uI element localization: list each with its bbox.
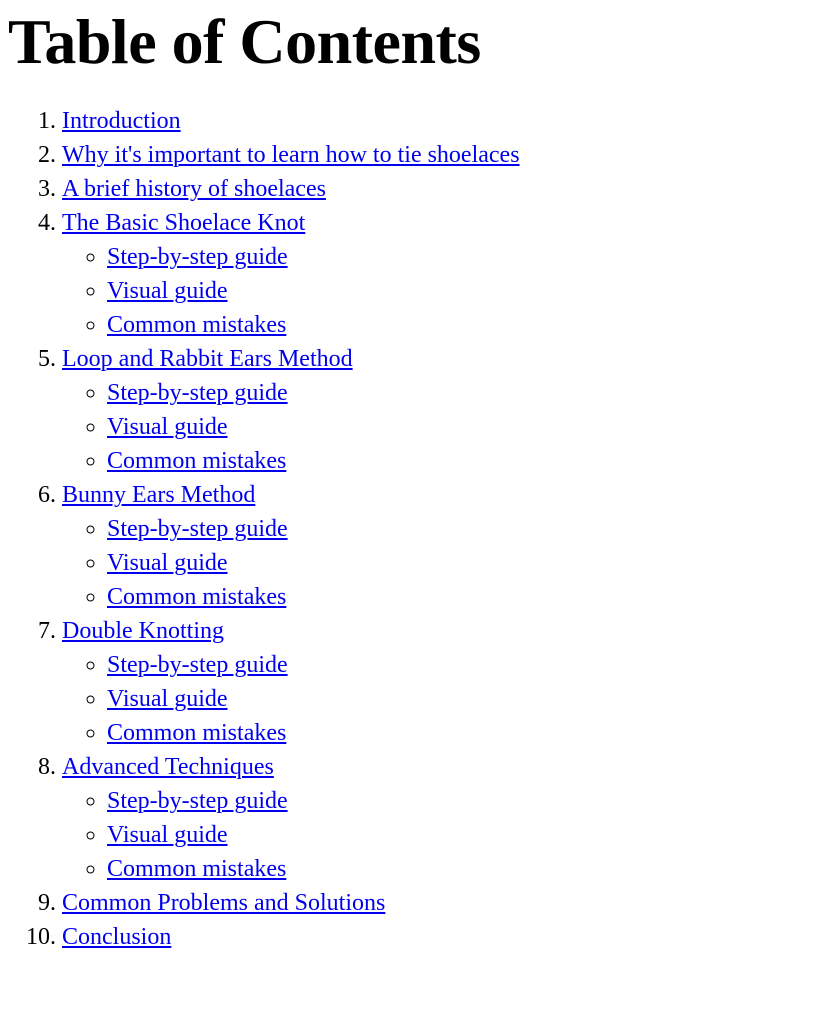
toc-sublist: Step-by-step guide Visual guide Common m… — [62, 784, 831, 886]
toc-link-visual-guide[interactable]: Visual guide — [107, 414, 228, 440]
toc-subitem: Visual guide — [107, 410, 831, 444]
toc-link-introduction[interactable]: Introduction — [62, 108, 181, 134]
toc-subitem: Step-by-step guide — [107, 648, 831, 682]
toc-link-common-mistakes[interactable]: Common mistakes — [107, 720, 286, 746]
toc-link-advanced-techniques[interactable]: Advanced Techniques — [62, 754, 274, 780]
toc-link-visual-guide[interactable]: Visual guide — [107, 686, 228, 712]
toc-item: Bunny Ears Method Step-by-step guide Vis… — [62, 478, 831, 614]
toc-sublist: Step-by-step guide Visual guide Common m… — [62, 240, 831, 342]
toc-subitem: Step-by-step guide — [107, 240, 831, 274]
toc-subitem: Visual guide — [107, 818, 831, 852]
toc-link-common-mistakes[interactable]: Common mistakes — [107, 856, 286, 882]
page-title: Table of Contents — [8, 6, 481, 77]
toc-item: A brief history of shoelaces — [62, 172, 831, 206]
toc-subitem: Step-by-step guide — [107, 512, 831, 546]
toc-link-double-knotting[interactable]: Double Knotting — [62, 618, 224, 644]
toc-link-common-mistakes[interactable]: Common mistakes — [107, 448, 286, 474]
toc-subitem: Step-by-step guide — [107, 376, 831, 410]
toc-link-conclusion[interactable]: Conclusion — [62, 924, 171, 950]
toc-item: Introduction — [62, 104, 831, 138]
toc-link-bunny-ears-method[interactable]: Bunny Ears Method — [62, 482, 255, 508]
toc-subitem: Visual guide — [107, 274, 831, 308]
toc-sublist: Step-by-step guide Visual guide Common m… — [62, 512, 831, 614]
toc-link-step-by-step-guide[interactable]: Step-by-step guide — [107, 788, 288, 814]
toc-item: Why it's important to learn how to tie s… — [62, 138, 831, 172]
toc-link-step-by-step-guide[interactable]: Step-by-step guide — [107, 244, 288, 270]
toc-link-why-its-important[interactable]: Why it's important to learn how to tie s… — [62, 142, 520, 168]
toc-item: Advanced Techniques Step-by-step guide V… — [62, 750, 831, 886]
toc-subitem: Visual guide — [107, 546, 831, 580]
table-of-contents-list: Introduction Why it's important to learn… — [8, 104, 831, 954]
toc-link-visual-guide[interactable]: Visual guide — [107, 550, 228, 576]
toc-sublist: Step-by-step guide Visual guide Common m… — [62, 648, 831, 750]
document-page: Table of Contents Introduction Why it's … — [0, 0, 839, 954]
toc-link-basic-shoelace-knot[interactable]: The Basic Shoelace Knot — [62, 210, 305, 236]
toc-subitem: Visual guide — [107, 682, 831, 716]
toc-subitem: Common mistakes — [107, 852, 831, 886]
toc-link-common-problems-and-solutions[interactable]: Common Problems and Solutions — [62, 890, 385, 916]
toc-item: Conclusion — [62, 920, 831, 954]
toc-link-brief-history[interactable]: A brief history of shoelaces — [62, 176, 326, 202]
toc-item: Loop and Rabbit Ears Method Step-by-step… — [62, 342, 831, 478]
toc-item: Common Problems and Solutions — [62, 886, 831, 920]
toc-sublist: Step-by-step guide Visual guide Common m… — [62, 376, 831, 478]
toc-subitem: Common mistakes — [107, 308, 831, 342]
toc-link-visual-guide[interactable]: Visual guide — [107, 278, 228, 304]
toc-subitem: Step-by-step guide — [107, 784, 831, 818]
toc-link-step-by-step-guide[interactable]: Step-by-step guide — [107, 380, 288, 406]
toc-link-step-by-step-guide[interactable]: Step-by-step guide — [107, 516, 288, 542]
toc-link-step-by-step-guide[interactable]: Step-by-step guide — [107, 652, 288, 678]
toc-subitem: Common mistakes — [107, 444, 831, 478]
toc-link-loop-and-rabbit-ears-method[interactable]: Loop and Rabbit Ears Method — [62, 346, 353, 372]
toc-link-common-mistakes[interactable]: Common mistakes — [107, 584, 286, 610]
toc-link-visual-guide[interactable]: Visual guide — [107, 822, 228, 848]
toc-item: Double Knotting Step-by-step guide Visua… — [62, 614, 831, 750]
toc-item: The Basic Shoelace Knot Step-by-step gui… — [62, 206, 831, 342]
toc-link-common-mistakes[interactable]: Common mistakes — [107, 312, 286, 338]
toc-subitem: Common mistakes — [107, 580, 831, 614]
toc-subitem: Common mistakes — [107, 716, 831, 750]
